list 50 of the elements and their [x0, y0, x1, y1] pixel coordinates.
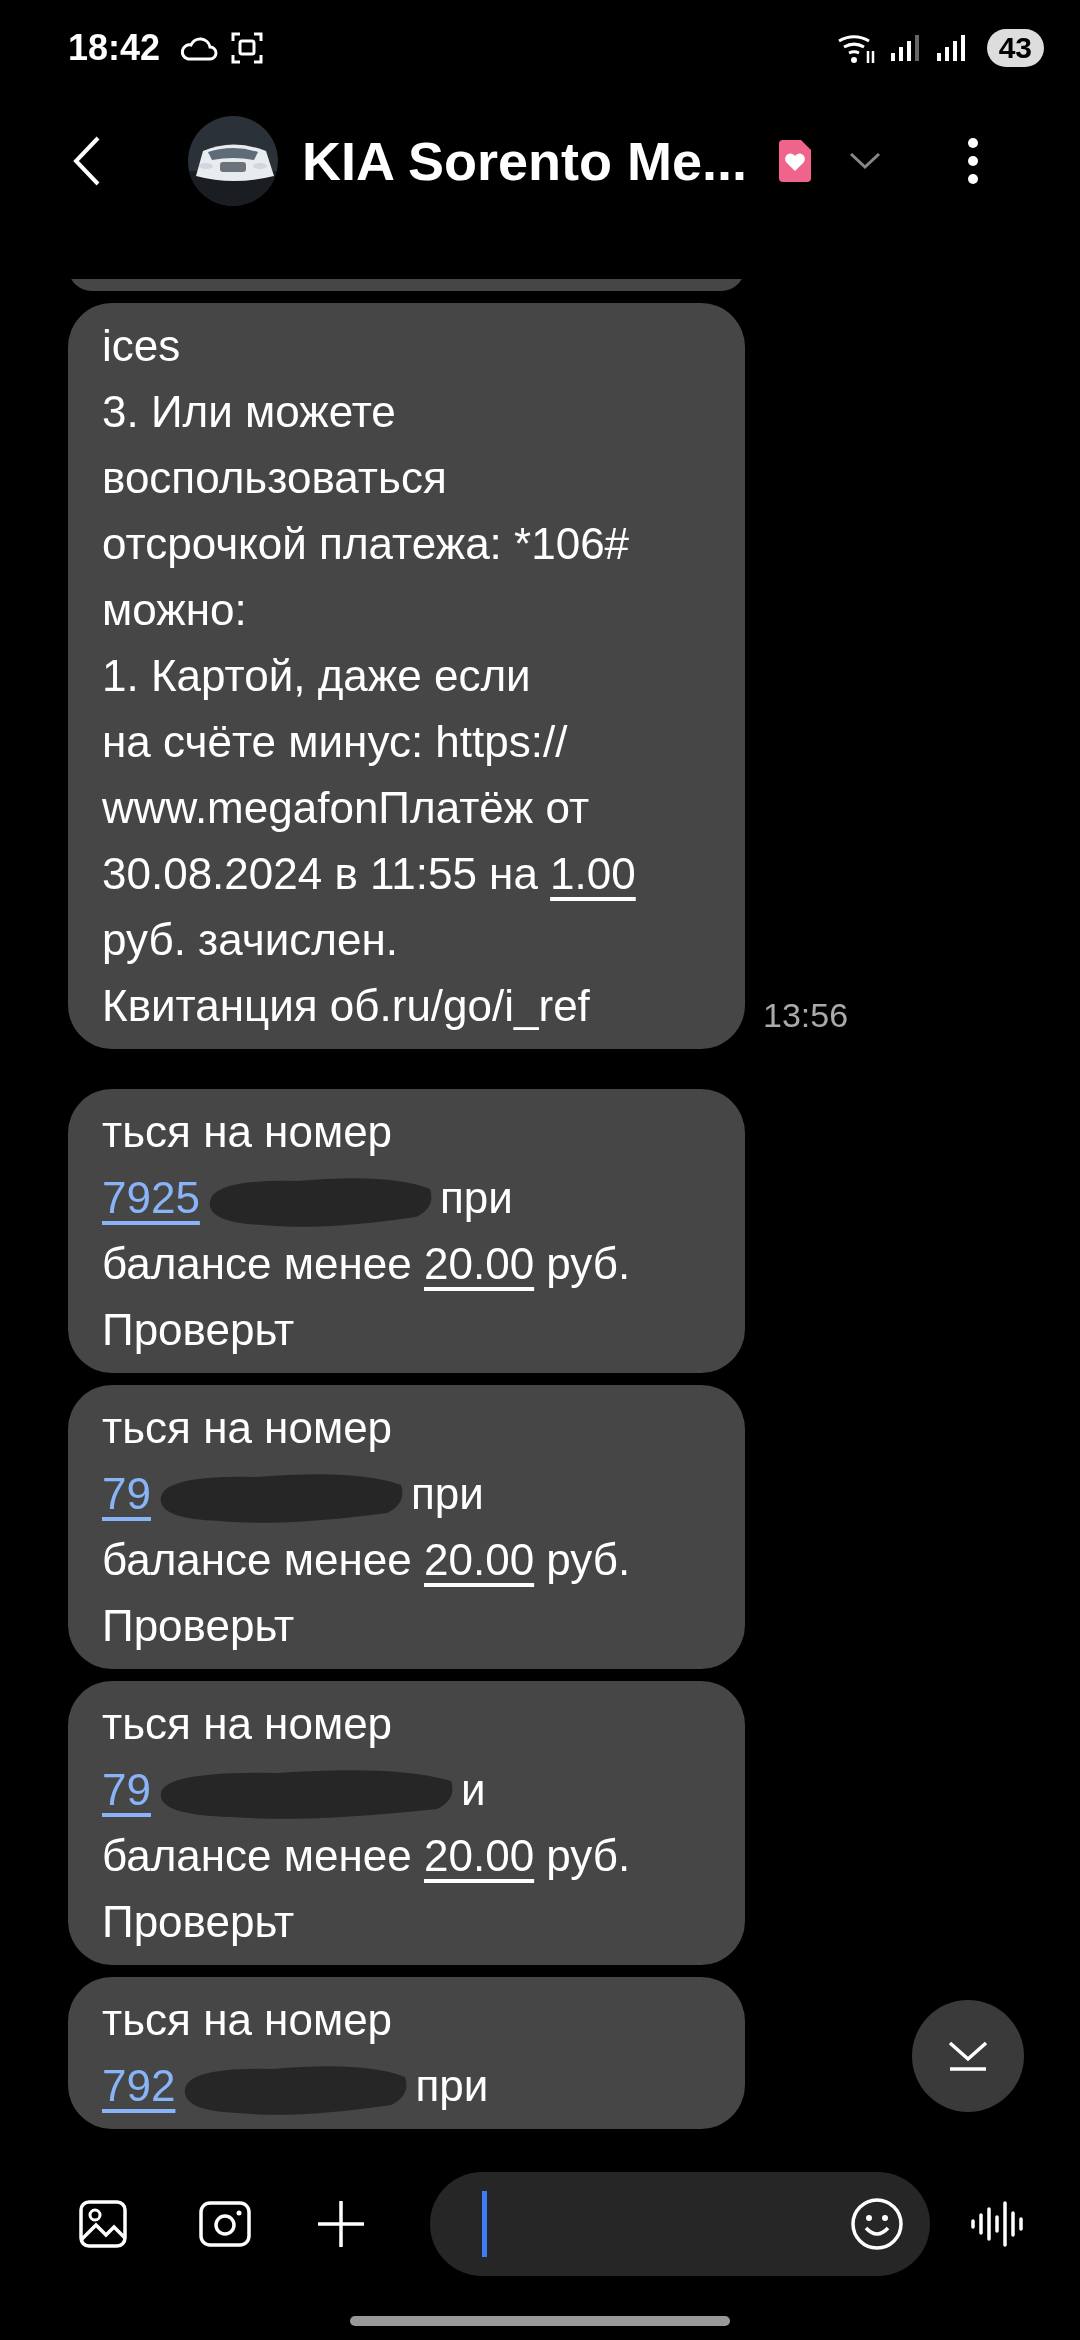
camera-icon[interactable] — [198, 2200, 252, 2248]
back-icon[interactable] — [72, 135, 102, 187]
message-text: руб. — [545, 1239, 631, 1288]
scroll-down-icon — [946, 2039, 990, 2073]
amount-link[interactable]: 20.00 — [424, 1239, 535, 1288]
status-time: 18:42 — [68, 27, 161, 69]
message-text: балансе менее — [102, 1239, 413, 1288]
message-text: руб. — [545, 1535, 631, 1584]
cloud-icon — [178, 34, 219, 62]
emoji-icon[interactable] — [850, 2197, 904, 2251]
message-text: ться на номер — [102, 1403, 393, 1452]
chevron-down-icon[interactable] — [849, 152, 882, 170]
message-text: ться на номер — [102, 1107, 393, 1156]
message-text: отсрочкой платежа: *106# — [102, 519, 630, 568]
phone-link[interactable]: 79 — [102, 1765, 151, 1814]
message-text: www.megafonПлатёж от — [102, 783, 590, 832]
message-text: ться на номер — [102, 1995, 393, 2044]
message-text: ться на номер — [102, 1699, 393, 1748]
message-text: воспользоваться — [102, 453, 447, 502]
gallery-icon[interactable] — [78, 2199, 128, 2249]
message-text: руб. зачислен. — [102, 915, 398, 964]
plus-icon[interactable] — [316, 2199, 366, 2249]
more-icon[interactable] — [967, 137, 980, 185]
amount-link[interactable]: 1.00 — [550, 849, 636, 898]
amount-link[interactable]: 20.00 — [424, 1535, 535, 1584]
screenshot-icon — [230, 31, 265, 65]
message-text: и — [460, 1765, 486, 1814]
phone-link[interactable]: 792 — [102, 2061, 176, 2110]
message-time: 13:56 — [763, 996, 849, 1035]
message-text: при — [415, 2061, 489, 2110]
message-text: 3. Или можете — [102, 387, 396, 436]
phone-link[interactable]: 7925 — [102, 1173, 200, 1222]
message-text: Проверьт — [102, 1601, 295, 1650]
message-text: при — [439, 1173, 513, 1222]
message-text: 1. Картой, даже если — [102, 651, 531, 700]
message-text: 30.08.2024 в 11:55 на — [102, 849, 539, 898]
message-text: Квитанция об.ru/go/i_ref — [102, 981, 590, 1030]
message-text: можно: — [102, 585, 247, 634]
message-text: Проверьт — [102, 1897, 295, 1946]
message-text: балансе менее — [102, 1831, 413, 1880]
phone-link[interactable]: 79 — [102, 1469, 151, 1518]
message-text: ices — [102, 321, 181, 370]
message-text: балансе менее — [102, 1535, 413, 1584]
message-text: Проверьт — [102, 1305, 295, 1354]
conversation-title[interactable]: KIA Sorento Me... — [302, 130, 748, 192]
amount-link[interactable]: 20.00 — [424, 1831, 535, 1880]
message-text: руб. — [545, 1831, 631, 1880]
message-text: на счёте минус: https:// — [102, 717, 568, 766]
battery-level: 43 — [986, 29, 1044, 67]
message-text: при — [410, 1469, 484, 1518]
